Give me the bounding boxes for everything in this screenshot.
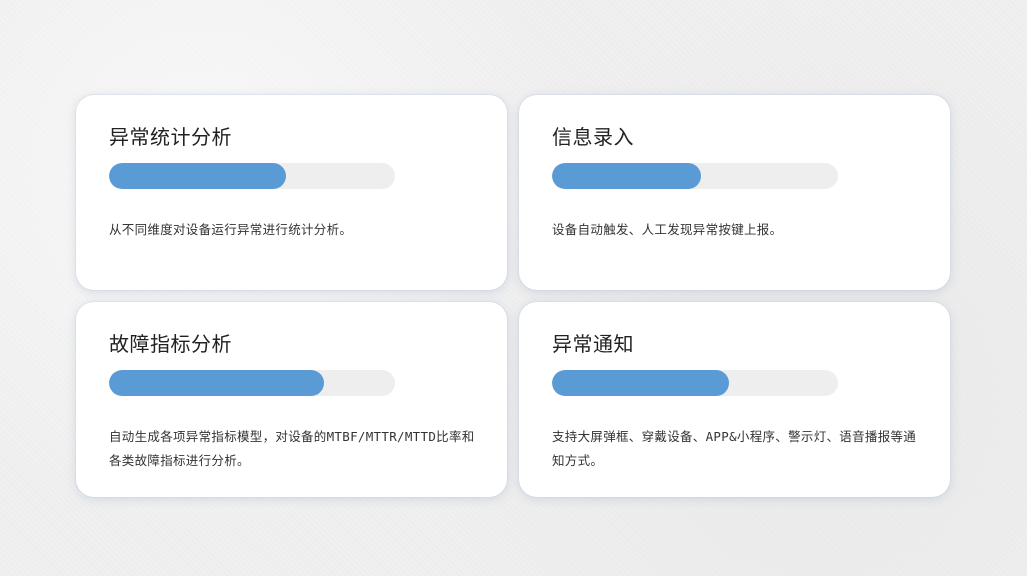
progress-fill <box>552 370 730 396</box>
progress-bar <box>552 370 838 396</box>
card-description: 自动生成各项异常指标模型，对设备的MTBF/MTTR/MTTD比率和各类故障指标… <box>109 429 475 468</box>
card-anomaly-notification: 异常通知 支持大屏弹框、穿戴设备、APP&小程序、警示灯、语音播报等通知方式。 <box>519 302 950 497</box>
card-title: 故障指标分析 <box>109 332 232 356</box>
card-info-entry: 信息录入 设备自动触发、人工发现异常按键上报。 <box>519 95 950 290</box>
card-description: 设备自动触发、人工发现异常按键上报。 <box>552 222 783 237</box>
card-title: 异常通知 <box>552 332 634 356</box>
progress-fill <box>552 163 701 189</box>
progress-fill <box>109 163 287 189</box>
card-title: 信息录入 <box>552 125 634 149</box>
progress-fill <box>109 370 324 396</box>
card-description: 支持大屏弹框、穿戴设备、APP&小程序、警示灯、语音播报等通知方式。 <box>552 429 917 468</box>
feature-card-grid: 异常统计分析 从不同维度对设备运行异常进行统计分析。 信息录入 设备自动触发、人… <box>76 95 950 497</box>
progress-bar <box>109 163 395 189</box>
card-fault-indicator-analysis: 故障指标分析 自动生成各项异常指标模型，对设备的MTBF/MTTR/MTTD比率… <box>76 302 507 497</box>
card-description: 从不同维度对设备运行异常进行统计分析。 <box>109 222 353 237</box>
progress-bar <box>109 370 395 396</box>
progress-bar <box>552 163 838 189</box>
card-anomaly-statistics: 异常统计分析 从不同维度对设备运行异常进行统计分析。 <box>76 95 507 290</box>
card-title: 异常统计分析 <box>109 125 232 149</box>
